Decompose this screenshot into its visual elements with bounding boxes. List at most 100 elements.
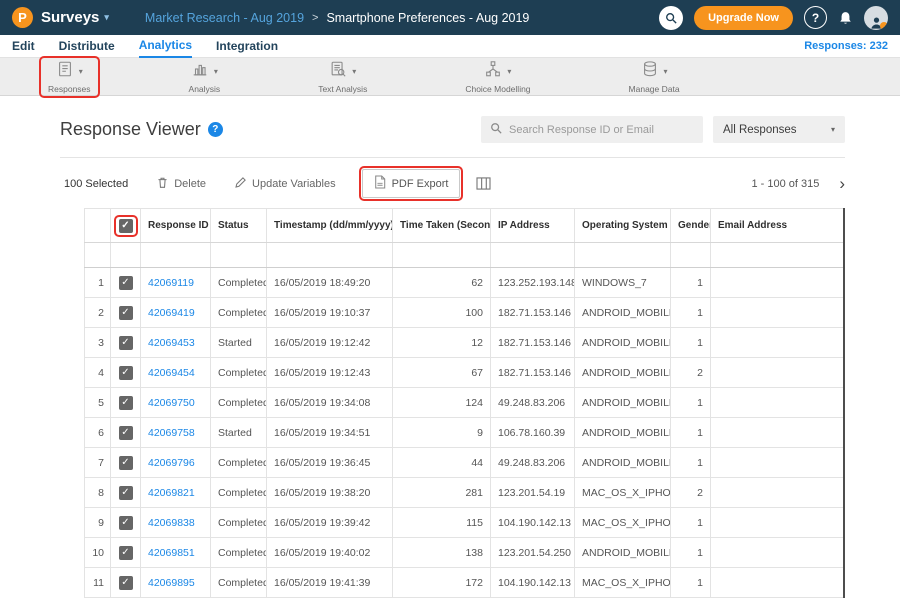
timestamp-cell: 16/05/2019 19:38:20: [267, 478, 393, 508]
email-cell: [711, 388, 845, 418]
column-filter-input[interactable]: [393, 243, 491, 268]
nav-item-edit[interactable]: Edit: [12, 36, 35, 57]
ribbon-item-responses[interactable]: ▾ Responses: [42, 59, 97, 95]
operating-system-cell: ANDROID_MOBILE: [575, 298, 671, 328]
table-body: 1 42069119 Completed 16/05/2019 18:49:20…: [85, 268, 845, 598]
breadcrumb-parent-link[interactable]: Market Research - Aug 2019: [145, 11, 304, 25]
breadcrumb-separator: >: [312, 12, 318, 24]
ribbon-item-analysis[interactable]: ▾ Analysis: [183, 59, 227, 95]
response-id-link[interactable]: 42069851: [148, 547, 195, 559]
response-id-link[interactable]: 42069750: [148, 397, 195, 409]
pdf-export-button[interactable]: PDF Export: [362, 169, 461, 198]
column-header-response-id[interactable]: Response ID▼: [141, 209, 211, 243]
column-header-time-taken[interactable]: Time Taken (Seconds)⇅: [393, 209, 491, 243]
delete-button[interactable]: Delete: [156, 176, 206, 192]
surveys-menu-label: Surveys: [41, 9, 99, 26]
column-filter-input[interactable]: [267, 243, 393, 268]
time-taken-cell: 9: [393, 418, 491, 448]
row-number: 3: [85, 328, 111, 358]
analysis-icon: [191, 60, 209, 83]
column-header-timestamp[interactable]: Timestamp (dd/mm/yyyy)⇅: [267, 209, 393, 243]
chevron-down-icon[interactable]: ▾: [79, 67, 83, 76]
ribbon-item-text-analysis[interactable]: ▾ Text Analysis: [312, 59, 373, 95]
surveys-menu[interactable]: Surveys ▾: [41, 9, 109, 26]
row-checkbox[interactable]: [119, 426, 133, 440]
text-analysis-icon: [329, 60, 347, 83]
row-checkbox[interactable]: [119, 336, 133, 350]
row-checkbox[interactable]: [119, 546, 133, 560]
column-filter-input[interactable]: [211, 243, 267, 268]
chevron-down-icon[interactable]: ▾: [214, 67, 218, 76]
response-id-link[interactable]: 42069838: [148, 517, 195, 529]
response-id-link[interactable]: 42069453: [148, 337, 195, 349]
operating-system-cell: ANDROID_MOBILE: [575, 328, 671, 358]
table-row: 11 42069895 Completed 16/05/2019 19:41:3…: [85, 568, 845, 598]
update-variables-button[interactable]: Update Variables: [234, 176, 336, 192]
response-id-link[interactable]: 42069796: [148, 457, 195, 469]
column-header-ip-address[interactable]: IP Address: [491, 209, 575, 243]
upgrade-now-button[interactable]: Upgrade Now: [694, 6, 793, 30]
column-header-gender[interactable]: Gender: [671, 209, 711, 243]
row-checkbox[interactable]: [119, 456, 133, 470]
response-id-cell: 42069750: [141, 388, 211, 418]
time-taken-cell: 12: [393, 328, 491, 358]
row-checkbox[interactable]: [119, 366, 133, 380]
ribbon-item-choice-modelling[interactable]: ▾ Choice Modelling: [459, 59, 536, 95]
row-checkbox-cell: [111, 298, 141, 328]
nav-item-integration[interactable]: Integration: [216, 36, 278, 57]
response-id-link[interactable]: 42069119: [148, 277, 194, 289]
column-filter-input[interactable]: [575, 243, 671, 268]
app-logo[interactable]: P: [12, 7, 33, 28]
manage-columns-icon[interactable]: [476, 177, 491, 190]
response-search-box[interactable]: [481, 116, 703, 143]
search-input[interactable]: [509, 124, 694, 136]
timestamp-cell: 16/05/2019 19:34:08: [267, 388, 393, 418]
responses-filter-dropdown[interactable]: All Responses ▾: [713, 116, 845, 143]
status-cell: Completed: [211, 388, 267, 418]
column-header-operating-system[interactable]: Operating System: [575, 209, 671, 243]
column-filter-input[interactable]: [671, 243, 711, 268]
nav-item-distribute[interactable]: Distribute: [59, 36, 115, 57]
timestamp-cell: 16/05/2019 19:34:51: [267, 418, 393, 448]
ribbon-item-manage-data[interactable]: ▾ Manage Data: [623, 59, 686, 95]
ip-address-cell: 123.201.54.19: [491, 478, 575, 508]
select-all-checkbox[interactable]: [119, 219, 133, 233]
chevron-down-icon[interactable]: ▾: [352, 67, 356, 76]
row-checkbox[interactable]: [119, 306, 133, 320]
response-id-link[interactable]: 42069821: [148, 487, 195, 499]
response-id-link[interactable]: 42069454: [148, 367, 195, 379]
selection-toolbar: 100 Selected Delete Update Variables PDF…: [60, 158, 845, 208]
row-checkbox[interactable]: [119, 516, 133, 530]
user-avatar[interactable]: [864, 6, 888, 30]
chevron-down-icon[interactable]: ▾: [507, 67, 511, 76]
column-filter-input[interactable]: [141, 243, 211, 268]
row-checkbox[interactable]: [119, 576, 133, 590]
response-id-cell: 42069419: [141, 298, 211, 328]
response-id-link[interactable]: 42069895: [148, 577, 195, 589]
search-icon[interactable]: [659, 6, 683, 30]
notifications-bell-icon[interactable]: [838, 10, 853, 26]
column-header-email[interactable]: Email Address: [711, 209, 845, 243]
time-taken-cell: 281: [393, 478, 491, 508]
column-filter-input[interactable]: [491, 243, 575, 268]
response-id-link[interactable]: 42069758: [148, 427, 195, 439]
row-checkbox[interactable]: [119, 486, 133, 500]
row-checkbox[interactable]: [119, 276, 133, 290]
help-icon[interactable]: ?: [208, 122, 223, 137]
column-filter-input[interactable]: [711, 243, 845, 268]
email-cell: [711, 268, 845, 298]
row-checkbox-cell: [111, 448, 141, 478]
row-checkbox-cell: [111, 268, 141, 298]
column-header-status[interactable]: Status: [211, 209, 267, 243]
chevron-down-icon[interactable]: ▾: [664, 67, 668, 76]
chevron-down-icon: ▾: [831, 125, 835, 134]
next-page-chevron[interactable]: ›: [839, 175, 845, 192]
ip-address-cell: 123.252.193.148: [491, 268, 575, 298]
trash-icon: [156, 176, 169, 192]
response-id-link[interactable]: 42069419: [148, 307, 195, 319]
responses-count-badge[interactable]: Responses: 232: [804, 40, 888, 52]
nav-item-analytics[interactable]: Analytics: [139, 35, 192, 58]
help-icon[interactable]: ?: [804, 6, 827, 29]
row-checkbox-cell: [111, 418, 141, 448]
row-checkbox[interactable]: [119, 396, 133, 410]
